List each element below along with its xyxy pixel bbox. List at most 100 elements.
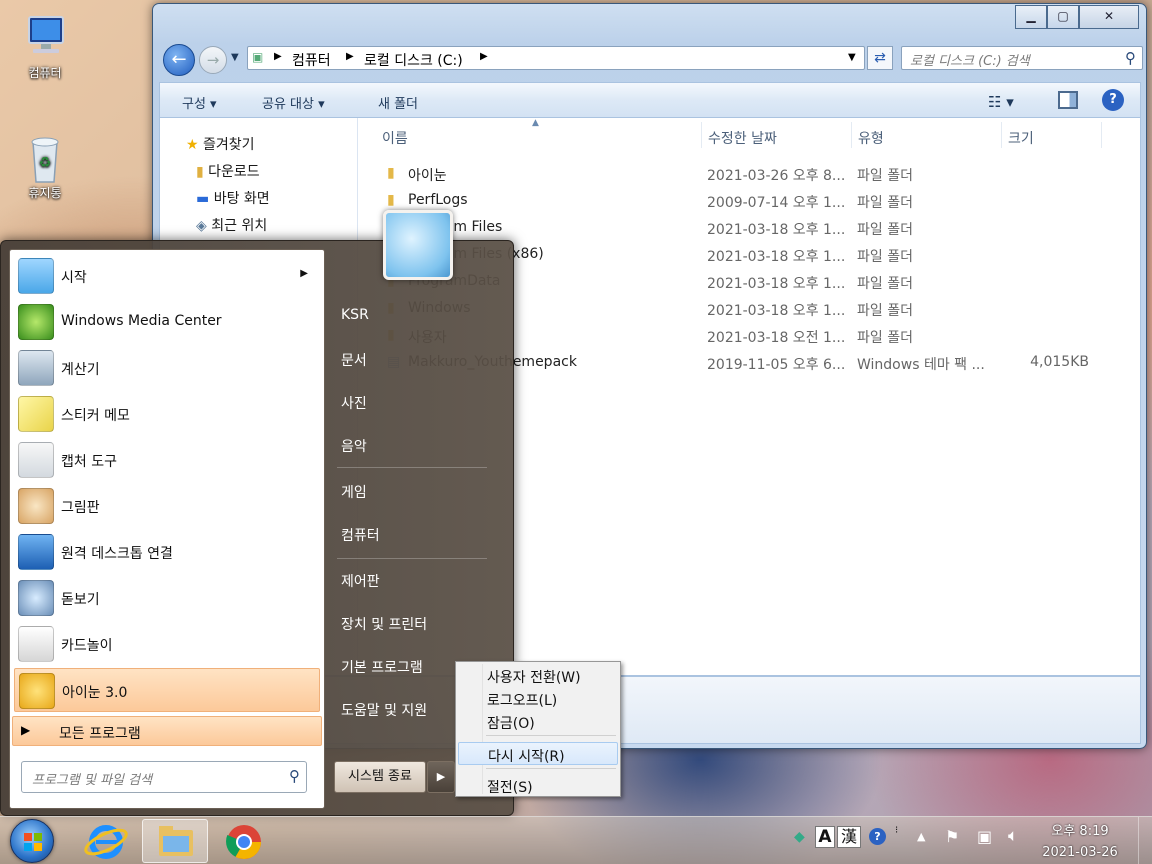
back-button[interactable]: ←	[163, 44, 195, 76]
ime-mode-button[interactable]: A	[815, 826, 835, 848]
shutdown-options-button[interactable]: ▶	[427, 761, 455, 793]
share-menu[interactable]: 공유 대상 ▾	[262, 93, 325, 112]
network-icon[interactable]: ▣	[977, 827, 992, 846]
shutdown-context-menu: 사용자 전환(W) 로그오프(L) 잠금(O) 다시 시작(R) 절전(S)	[455, 661, 621, 797]
start-menu-link[interactable]: 게임	[341, 482, 367, 502]
start-menu-link[interactable]: 문서	[341, 350, 367, 370]
start-menu-link[interactable]: 장치 및 프린터	[341, 614, 427, 634]
preview-pane-icon[interactable]	[1058, 91, 1078, 109]
nav-favorites[interactable]: ★ 즐겨찾기	[186, 134, 255, 154]
start-menu-item-label: 아이눈 3.0	[62, 685, 128, 701]
file-date: 2021-03-18 오후 1...	[707, 249, 846, 265]
language-bar-icon[interactable]: ◆	[794, 829, 805, 845]
taskbar-chrome[interactable]	[214, 820, 274, 862]
file-row[interactable]: ▮ PerfLogs 2009-07-14 오후 1... 파일 폴더	[375, 189, 1135, 216]
remote-desktop-icon	[18, 534, 54, 570]
computer-icon	[21, 14, 69, 60]
start-menu-link[interactable]: 사진	[341, 393, 367, 413]
menu-item-restart[interactable]: 다시 시작(R)	[458, 742, 618, 765]
menu-item-lock[interactable]: 잠금(O)	[458, 710, 618, 733]
clock[interactable]: 오후 8:19 2021-03-26	[1030, 821, 1130, 863]
start-menu-link[interactable]: KSR	[341, 307, 369, 323]
paint-icon	[18, 488, 54, 524]
breadcrumb-computer[interactable]: 컴퓨터	[292, 50, 331, 70]
new-folder-button[interactable]: 새 폴더	[378, 93, 418, 112]
menu-item-switch-user[interactable]: 사용자 전환(W)	[458, 664, 618, 687]
start-menu-link[interactable]: 도움말 및 지원	[341, 700, 427, 720]
start-button[interactable]	[10, 819, 54, 863]
desktop-icon-recycle-bin[interactable]: ♻ 휴지통	[10, 134, 80, 201]
column-modified[interactable]: 수정한 날짜	[708, 128, 777, 148]
file-type: 파일 폴더	[857, 168, 913, 184]
show-desktop-button[interactable]	[1138, 817, 1152, 864]
address-bar[interactable]: ▣ ▶ 컴퓨터 ▶ 로컬 디스크 (C:) ▶ ▼	[247, 46, 865, 70]
menu-item-logoff[interactable]: 로그오프(L)	[458, 687, 618, 710]
refresh-button[interactable]: ⇄	[867, 46, 893, 70]
clock-date: 2021-03-26	[1042, 845, 1118, 860]
start-menu-item-label: 원격 데스크톱 연결	[61, 546, 173, 562]
ime-options-icon[interactable]: ⁝	[895, 825, 898, 836]
forward-button[interactable]: →	[199, 46, 227, 74]
nav-recent[interactable]: ◈ 최근 위치	[196, 215, 267, 235]
hanja-button[interactable]: 漢	[837, 826, 861, 848]
start-menu-item-label: 계산기	[61, 362, 100, 378]
start-menu-link[interactable]: 기본 프로그램	[341, 657, 423, 677]
help-icon[interactable]: ?	[1102, 89, 1124, 111]
start-menu-item[interactable]: 그림판	[14, 484, 320, 528]
start-menu-separator	[337, 558, 487, 559]
desktop-icon-computer[interactable]: 컴퓨터	[10, 14, 80, 81]
action-center-flag-icon[interactable]: ⚑	[945, 827, 959, 846]
maximize-button[interactable]: ▢	[1047, 5, 1079, 29]
start-menu-separator	[337, 467, 487, 468]
taskbar-explorer[interactable]	[142, 819, 208, 863]
file-date: 2021-03-18 오후 1...	[707, 303, 846, 319]
volume-icon[interactable]: 🔈︎	[1008, 826, 1018, 846]
shutdown-button[interactable]: 시스템 종료	[334, 761, 426, 793]
nav-downloads[interactable]: ▮ 다운로드	[196, 161, 260, 181]
start-menu-link[interactable]: 제어판	[341, 571, 380, 591]
start-menu-item[interactable]: 돋보기	[14, 576, 320, 620]
all-programs-button[interactable]: ▶ 모든 프로그램	[12, 716, 322, 746]
search-input[interactable]: 로컬 디스크 (C:) 검색 ⚲	[901, 46, 1143, 70]
start-menu-item[interactable]: 계산기	[14, 346, 320, 390]
close-button[interactable]: ✕	[1079, 5, 1139, 29]
snipping-tool-icon	[18, 442, 54, 478]
folder-icon: ▮	[387, 165, 395, 181]
folder-icon: ▮	[387, 192, 395, 208]
file-row[interactable]: ▮ 아이눈 2021-03-26 오후 8... 파일 폴더	[375, 162, 1135, 189]
address-dropdown-icon[interactable]: ▼	[848, 52, 856, 63]
menu-item-sleep[interactable]: 절전(S)	[458, 774, 618, 797]
column-divider	[1001, 122, 1002, 148]
taskbar-ie[interactable]	[76, 820, 136, 862]
programs-pane: 시작 ▶ Windows Media Center 계산기스티커 메모 캡처 도구 그림판…	[9, 249, 325, 809]
program-search-input[interactable]: 프로그램 및 파일 검색 ⚲	[21, 761, 307, 793]
history-dropdown-icon[interactable]: ▼	[231, 52, 239, 63]
view-options-icon[interactable]: ☷ ▾	[988, 93, 1014, 111]
column-size[interactable]: 크기	[1008, 128, 1034, 148]
start-menu-item[interactable]: 원격 데스크톱 연결	[14, 530, 320, 574]
minimize-button[interactable]: ▁	[1015, 5, 1047, 29]
file-row[interactable]: ▮Program Files2021-03-18 오후 1...파일 폴더	[375, 216, 1135, 243]
start-menu-item[interactable]: 아이눈 3.0	[14, 668, 320, 712]
getting-started-icon	[18, 258, 54, 294]
organize-menu[interactable]: 구성 ▾	[182, 93, 217, 112]
start-menu-item[interactable]: 시작 ▶	[14, 254, 320, 298]
breadcrumb-local-disk[interactable]: 로컬 디스크 (C:)	[364, 50, 463, 70]
help-icon[interactable]: ?	[869, 828, 886, 845]
clock-time: 오후 8:19	[1051, 824, 1109, 839]
start-menu-link[interactable]: 음악	[341, 436, 367, 456]
file-name: 아이눈	[408, 168, 447, 184]
start-menu-link[interactable]: 컴퓨터	[341, 525, 380, 545]
start-menu-item[interactable]: 카드놀이	[14, 622, 320, 666]
start-menu-item[interactable]: 캡처 도구	[14, 438, 320, 482]
start-menu-item[interactable]: Windows Media Center	[14, 300, 320, 344]
column-name[interactable]: 이름	[382, 128, 408, 148]
nav-desktop[interactable]: ▬ 바탕 화면	[196, 188, 270, 208]
column-type[interactable]: 유형	[858, 128, 884, 148]
command-bar: 구성 ▾ 공유 대상 ▾ 새 폴더 ☷ ▾ ?	[159, 82, 1141, 118]
start-menu-item[interactable]: 스티커 메모	[14, 392, 320, 436]
file-type: 파일 폴더	[857, 303, 913, 319]
submenu-arrow-icon: ▶	[300, 268, 308, 279]
file-date: 2021-03-26 오후 8...	[707, 168, 846, 184]
show-hidden-icons-button[interactable]: ▲	[917, 830, 925, 843]
